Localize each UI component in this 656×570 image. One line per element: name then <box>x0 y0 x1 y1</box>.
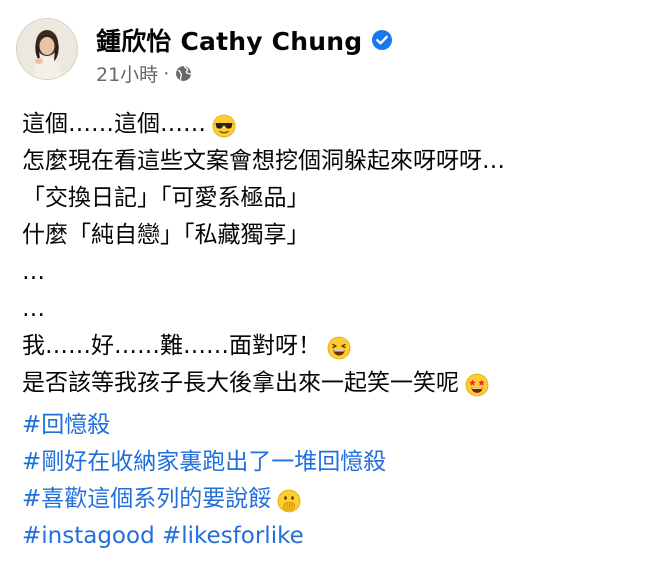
hashtag-link[interactable]: #likesforlike <box>162 518 304 555</box>
hashtag-line: #回憶殺 <box>22 407 642 444</box>
post-line-text: 怎麼現在看這些文案會想挖個洞躲起來呀呀呀… <box>22 148 505 174</box>
face-with-hand-over-mouth-emoji-icon <box>277 488 301 512</box>
post-line: 什麼「純自戀」「私藏獨享」 <box>22 217 642 254</box>
post-line: … <box>22 291 642 328</box>
post-header: 鍾欣怡 Cathy Chung 21小時 · <box>16 18 393 90</box>
verified-badge-icon <box>371 29 393 51</box>
author-row: 鍾欣怡 Cathy Chung <box>96 22 393 58</box>
globe-icon[interactable] <box>175 65 192 82</box>
author-name[interactable]: 鍾欣怡 Cathy Chung <box>96 22 362 58</box>
post-subline: 21小時 · <box>96 60 393 87</box>
hashtag-link[interactable]: #instagood <box>22 518 155 555</box>
hashtag-link[interactable]: #喜歡這個系列的要說餒 <box>22 481 271 518</box>
facebook-post: 鍾欣怡 Cathy Chung 21小時 · 這個……這個…… 怎麼現在看這些文… <box>0 0 656 570</box>
hashtag-line: #instagood #likesforlike <box>22 518 642 555</box>
post-line-text: … <box>22 296 45 322</box>
post-line: … <box>22 254 642 291</box>
post-line-text: 「交換日記」「可愛系極品」 <box>22 185 310 211</box>
avatar[interactable] <box>16 18 78 80</box>
star-struck-emoji-icon <box>465 372 489 396</box>
post-body: 這個……這個…… 怎麼現在看這些文案會想挖個洞躲起來呀呀呀… 「交換日記」「可愛… <box>22 106 642 555</box>
hashtag-link[interactable]: #回憶殺 <box>22 407 110 444</box>
post-line: 我……好……難……面對呀！ <box>22 328 642 365</box>
post-line-text: 什麼「純自戀」「私藏獨享」 <box>22 222 310 248</box>
hashtag-link[interactable]: #剛好在收納家裏跑出了一堆回憶殺 <box>22 444 386 481</box>
post-line-text: 是否該等我孩子長大後拿出來一起笑一笑呢 <box>22 370 459 396</box>
grinning-squinting-emoji-icon <box>327 335 351 359</box>
sunglasses-emoji-icon <box>212 113 236 137</box>
post-line-text: 我……好……難……面對呀！ <box>22 333 321 359</box>
meta-separator: · <box>163 62 170 85</box>
avatar-photo <box>17 19 77 79</box>
post-line: 這個……這個…… <box>22 106 642 143</box>
hashtag-line: #剛好在收納家裏跑出了一堆回憶殺 <box>22 444 642 481</box>
post-line-text: … <box>22 259 45 285</box>
post-timestamp[interactable]: 21小時 <box>96 60 158 87</box>
post-line-text: 這個……這個…… <box>22 111 206 137</box>
hashtag-line: #喜歡這個系列的要說餒 <box>22 481 642 518</box>
post-line: 怎麼現在看這些文案會想挖個洞躲起來呀呀呀… <box>22 143 642 180</box>
post-meta: 鍾欣怡 Cathy Chung 21小時 · <box>96 22 393 87</box>
post-line: 「交換日記」「可愛系極品」 <box>22 180 642 217</box>
post-line: 是否該等我孩子長大後拿出來一起笑一笑呢 <box>22 365 642 402</box>
